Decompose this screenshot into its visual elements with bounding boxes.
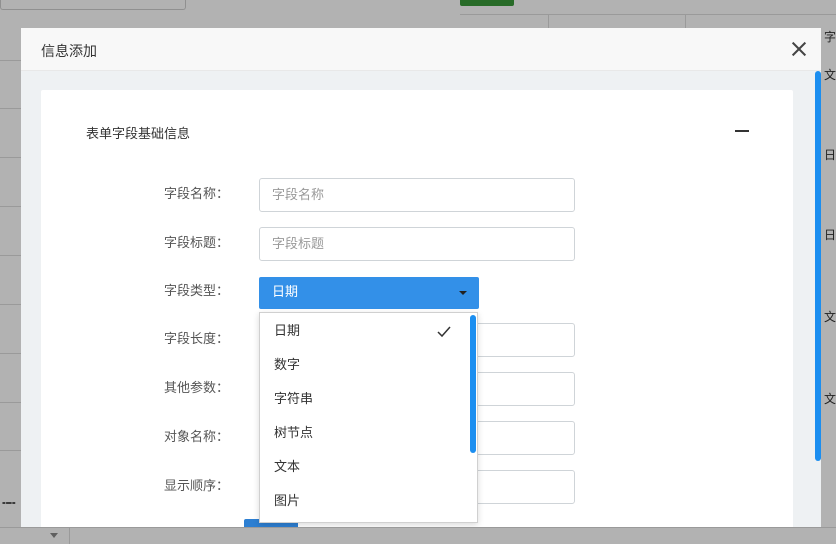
field-type-select[interactable]: 日期 <box>259 277 479 309</box>
field-length-label: 字段长度： <box>163 332 229 347</box>
minus-icon[interactable] <box>735 130 749 132</box>
field-name-input[interactable] <box>259 178 575 212</box>
field-name-label: 字段名称： <box>163 187 229 202</box>
dropdown-scrollbar-thumb[interactable] <box>470 315 476 453</box>
display-order-label: 显示顺序： <box>163 479 229 494</box>
modal-header: 信息添加 <box>21 28 821 71</box>
field-type-selected-value: 日期 <box>272 285 299 300</box>
object-name-label: 对象名称： <box>163 430 229 445</box>
field-type-label: 字段类型： <box>163 284 229 299</box>
other-params-label: 其他参数： <box>163 381 229 396</box>
dropdown-option-label: 数字 <box>274 358 301 373</box>
field-title-row: 字段标题： <box>41 227 793 261</box>
dropdown-option-label: 树节点 <box>274 426 314 441</box>
modal-title: 信息添加 <box>41 44 97 60</box>
dropdown-option-string[interactable]: 字符串 <box>260 383 470 417</box>
modal-scrollbar-thumb[interactable] <box>815 71 821 461</box>
dropdown-option-label: 字符串 <box>274 392 314 407</box>
dropdown-option-image[interactable]: 图片 <box>260 485 470 519</box>
section-title: 表单字段基础信息 <box>86 127 191 142</box>
field-type-row: 字段类型： 日期 <box>41 275 793 309</box>
dropdown-option-label: 图片 <box>274 494 301 509</box>
dropdown-option-label: 文本 <box>274 460 301 475</box>
info-add-modal: 信息添加 表单字段基础信息 字段名称： 字段标题： 字段类型： 日期 字段长度： <box>21 28 821 527</box>
field-title-input[interactable] <box>259 227 575 261</box>
close-icon[interactable] <box>791 41 807 57</box>
field-type-dropdown: 日期 数字 字符串 树节点 文本 图片 <box>259 312 478 523</box>
check-icon <box>437 326 451 338</box>
dropdown-option-text[interactable]: 文本 <box>260 451 470 485</box>
dropdown-option-label: 日期 <box>274 324 301 339</box>
caret-down-icon <box>459 291 467 295</box>
field-title-label: 字段标题： <box>163 236 229 251</box>
dropdown-option-number[interactable]: 数字 <box>260 349 470 383</box>
dropdown-option-date[interactable]: 日期 <box>260 315 470 349</box>
field-name-row: 字段名称： <box>41 178 793 212</box>
dropdown-option-tree-node[interactable]: 树节点 <box>260 417 470 451</box>
